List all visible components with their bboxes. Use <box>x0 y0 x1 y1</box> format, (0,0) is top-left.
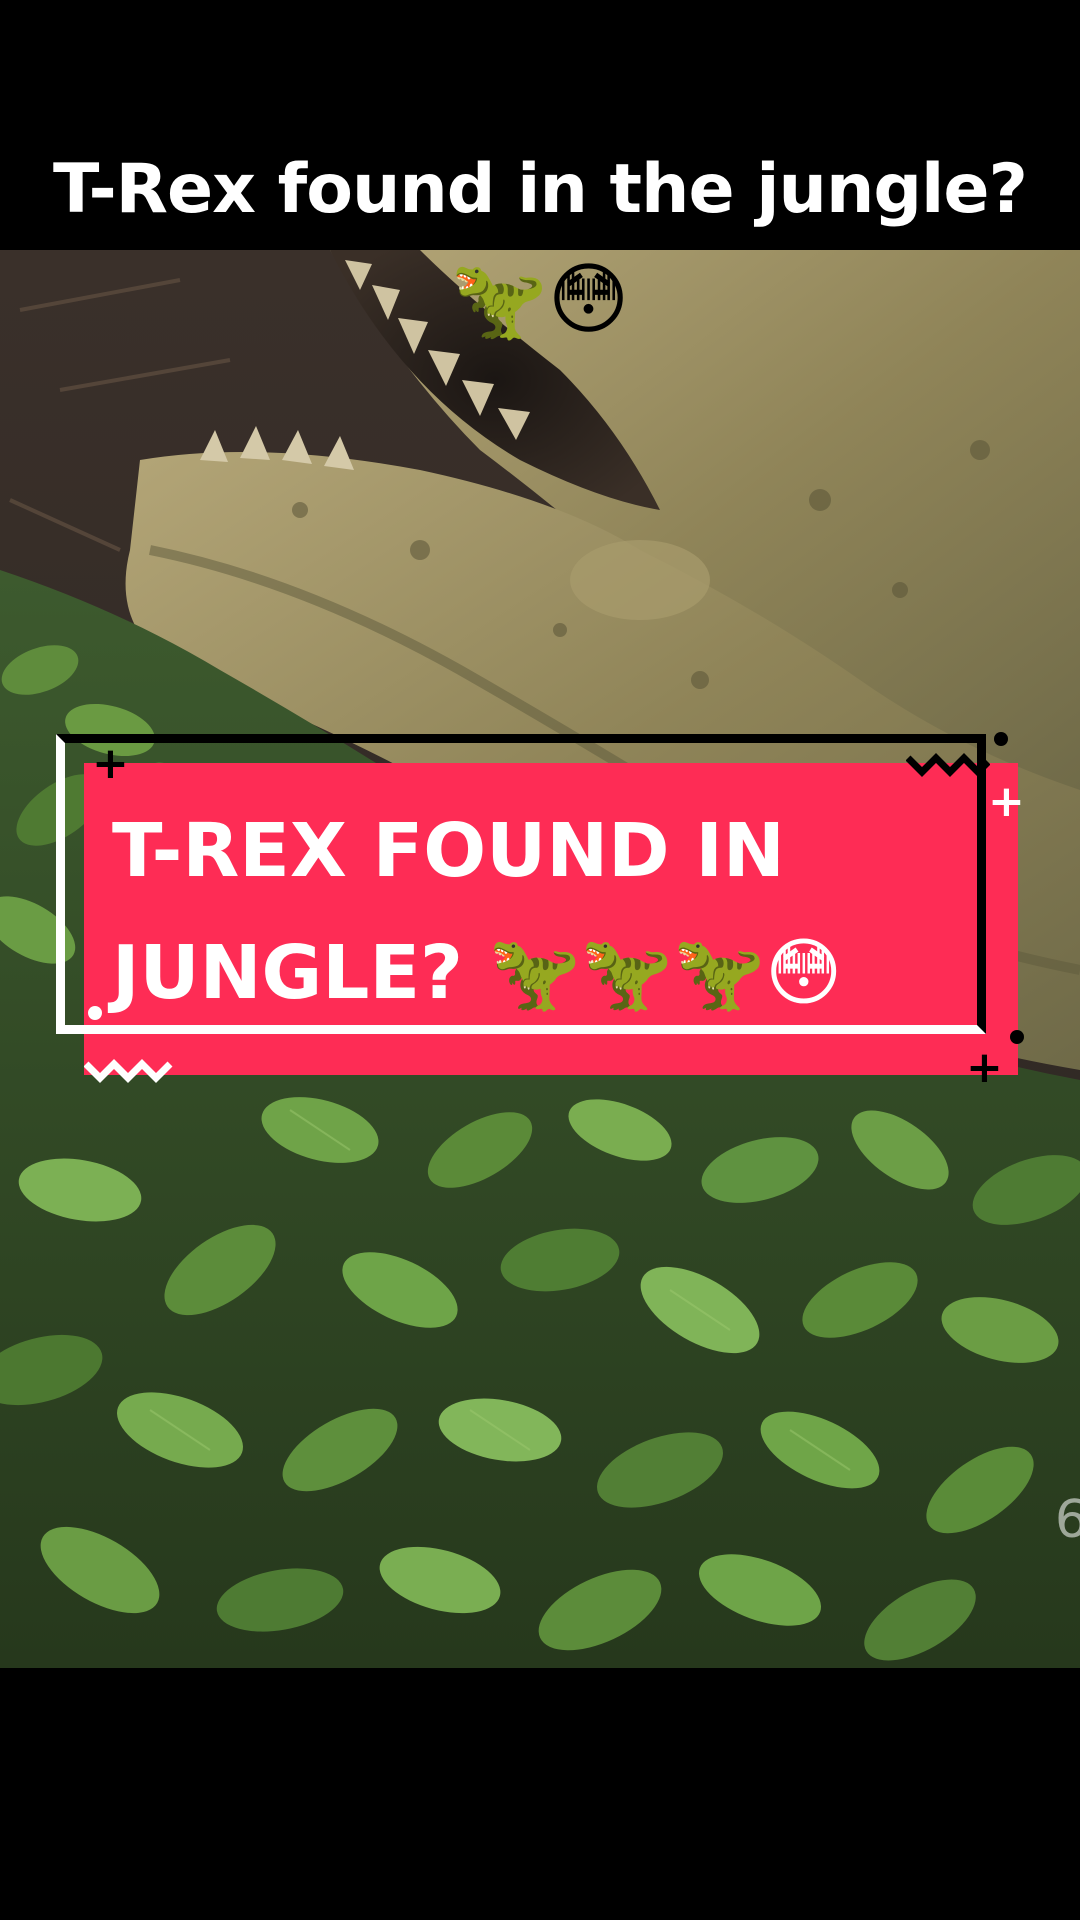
caption-emoji: 🦖😳 <box>450 255 630 345</box>
plus-sparkle-icon: + <box>966 1042 1003 1093</box>
dot-sparkle-icon <box>88 1006 102 1020</box>
video-frame: T-Rex found in the jungle? 🦖😳 T-REX FOUN… <box>0 0 1080 1920</box>
banner-headline-line-1: T-REX FOUND IN <box>112 808 785 894</box>
zigzag-icon <box>906 753 990 777</box>
corner-overlay-digit: 6 <box>1054 1490 1080 1550</box>
plus-sparkle-icon: + <box>988 776 1025 827</box>
dot-sparkle-icon <box>1010 1030 1024 1044</box>
dot-sparkle-icon <box>994 732 1008 746</box>
video-caption-title: T-Rex found in the jungle? <box>53 150 1028 229</box>
plus-sparkle-icon: + <box>92 738 129 789</box>
banner-headline: T-REX FOUND IN JUNGLE? 🦖🦖🦖😳 <box>112 790 992 1034</box>
banner-headline-line-2: JUNGLE? 🦖🦖🦖😳 <box>112 930 843 1016</box>
zigzag-icon <box>84 1059 173 1083</box>
